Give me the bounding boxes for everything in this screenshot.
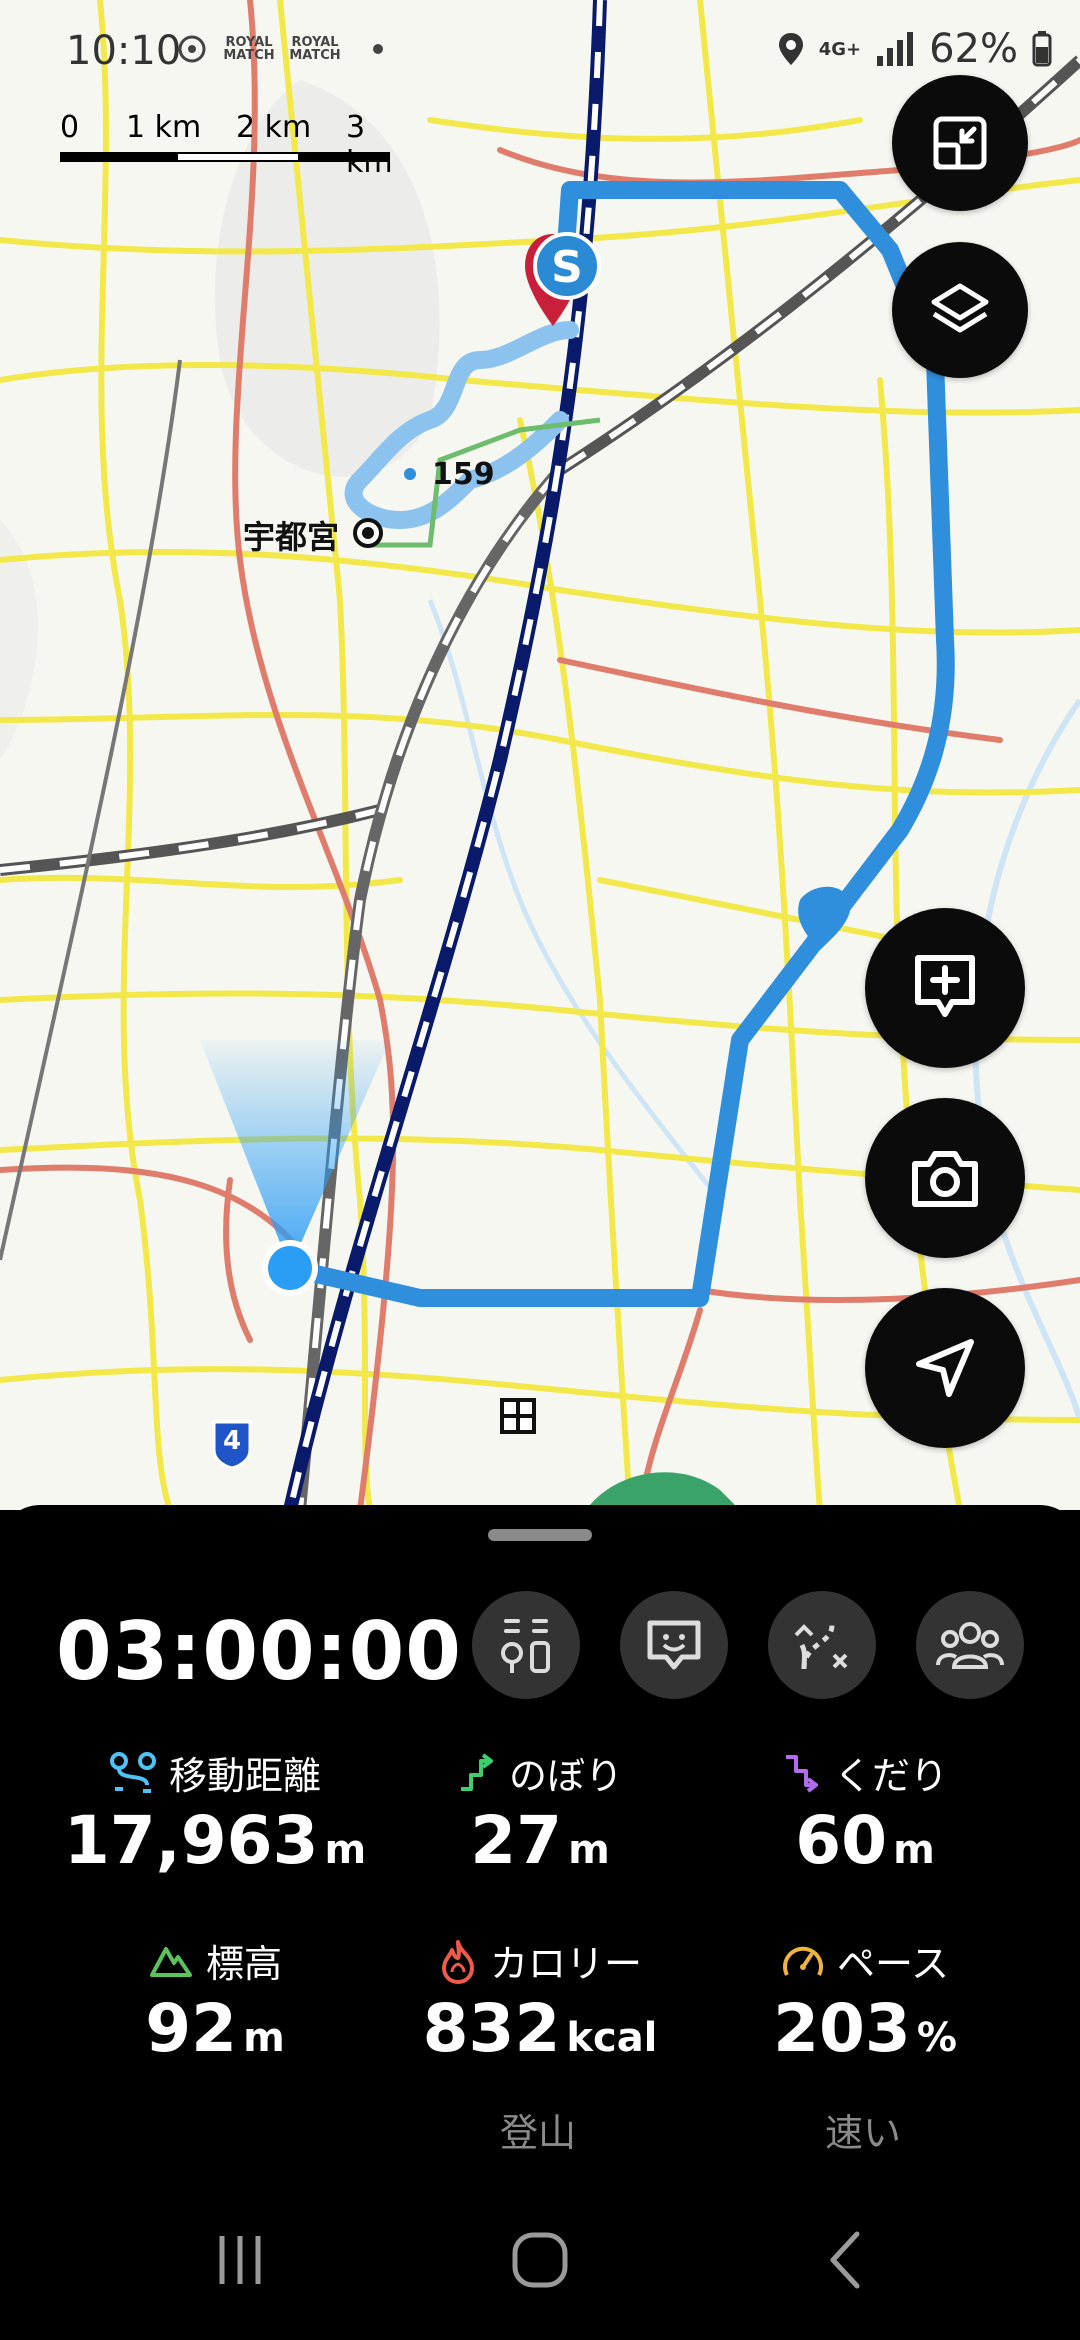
distance-icon [109, 1751, 156, 1793]
ascent-icon [460, 1752, 493, 1791]
system-nav-bar [0, 2180, 1080, 2340]
camera-icon [912, 1151, 978, 1207]
scale-tick: 3 km [346, 110, 393, 180]
stat-calorie: カロリー 832 kcal [375, 1933, 705, 2062]
stat-elevation-unit: m [243, 2015, 285, 2061]
status-time: 10:10 [66, 28, 182, 74]
recent-apps-icon [219, 2236, 261, 2284]
home-button[interactable] [500, 2220, 580, 2300]
start-pin[interactable]: S [517, 230, 601, 330]
drag-handle[interactable] [488, 1529, 592, 1541]
app-badge-royal-match-1: ROYAL MATCH [223, 35, 275, 63]
stat-ascent-label: のぼり [508, 1754, 623, 1798]
scale-bar [60, 152, 390, 162]
message-button[interactable] [620, 1591, 728, 1699]
off-route-icon [794, 1624, 848, 1670]
navigate-button[interactable] [865, 1288, 1025, 1448]
home-icon [512, 2232, 568, 2288]
stat-descent: くだり 60 m [700, 1745, 1030, 1874]
notification-icons: ROYAL MATCH ROYAL MATCH [175, 32, 383, 66]
stat-elevation-label: 標高 [205, 1942, 282, 1986]
message-icon [647, 1620, 701, 1670]
layers-icon [931, 283, 989, 333]
stat-distance: 移動距離 17,963 m [50, 1745, 380, 1874]
group-button[interactable] [916, 1591, 1024, 1699]
map-view[interactable]: 10:10 ROYAL MATCH ROYAL MATCH 4G+ 62% 0 … [0, 0, 1080, 1510]
road-shield-number: 4 [222, 1426, 242, 1456]
stat-distance-unit: m [324, 1827, 367, 1873]
calorie-icon [441, 1939, 474, 1984]
elevation-icon [149, 1946, 192, 1977]
calorie-activity-note: 登山 [500, 2111, 577, 2155]
add-note-button[interactable] [865, 908, 1025, 1068]
scale-tick: 1 km [126, 110, 202, 145]
road-shield: 4 [210, 1420, 254, 1470]
status-right: 4G+ 62% [777, 26, 1052, 72]
more-dot-icon [373, 44, 383, 54]
back-icon [830, 2231, 860, 2289]
stat-pace-value: 203 [773, 1990, 911, 2067]
stat-pace-label: ペース [836, 1942, 950, 1986]
back-button[interactable] [805, 2220, 885, 2300]
map-canvas[interactable] [0, 0, 1080, 1510]
stat-distance-value: 17,963 [63, 1802, 319, 1879]
pace-note: 速い [825, 2111, 902, 2155]
network-type: 4G+ [818, 38, 862, 60]
route-guide-icon [501, 1619, 550, 1673]
stat-ascent-value: 27 [470, 1802, 563, 1879]
battery-percent: 62% [929, 26, 1018, 72]
stat-descent-label: くだり [833, 1754, 948, 1798]
stat-elevation-value: 92 [145, 1990, 238, 2067]
city-label: 宇都宮 [243, 518, 340, 556]
pace-icon [783, 1946, 823, 1976]
battery-icon [1032, 31, 1052, 67]
stat-pace-unit: % [916, 2015, 957, 2061]
stat-pace: ペース 203% [700, 1933, 1030, 2062]
app-badge-royal-match-2: ROYAL MATCH [289, 35, 341, 63]
elapsed-timer: 03:00:00 [56, 1605, 462, 1698]
stat-ascent: のぼり 27 m [375, 1745, 705, 1874]
route-guide-button[interactable] [472, 1591, 580, 1699]
start-pin-label: S [551, 242, 583, 293]
expand-icon [933, 116, 987, 170]
stat-descent-value: 60 [795, 1802, 888, 1879]
stat-calorie-label: カロリー [489, 1942, 642, 1986]
group-icon [936, 1622, 1004, 1669]
expand-button[interactable] [892, 75, 1028, 211]
signal-icon [877, 32, 914, 66]
location-icon [778, 33, 803, 65]
stat-descent-unit: m [893, 1827, 935, 1873]
recent-apps-button[interactable] [200, 2220, 280, 2300]
navigate-icon [916, 1339, 974, 1397]
layers-button[interactable] [892, 242, 1028, 378]
sync-icon [178, 35, 206, 63]
waypoint-label: 159 [432, 457, 495, 492]
camera-button[interactable] [865, 1098, 1025, 1258]
descent-icon [785, 1754, 818, 1793]
stat-ascent-unit: m [568, 1827, 610, 1873]
add-note-icon [915, 955, 975, 1017]
stat-calorie-value: 832 [422, 1990, 561, 2067]
map-scale: 0 1 km 2 km 3 km [60, 110, 400, 180]
status-bar: 10:10 ROYAL MATCH ROYAL MATCH 4G+ 62% [0, 0, 1080, 100]
stat-distance-label: 移動距離 [168, 1754, 321, 1798]
off-route-button[interactable] [768, 1591, 876, 1699]
scale-tick: 2 km [236, 110, 312, 145]
stat-elevation: 標高 92 m [50, 1933, 380, 2062]
stat-calorie-unit: kcal [566, 2015, 658, 2061]
scale-tick: 0 [60, 110, 80, 145]
